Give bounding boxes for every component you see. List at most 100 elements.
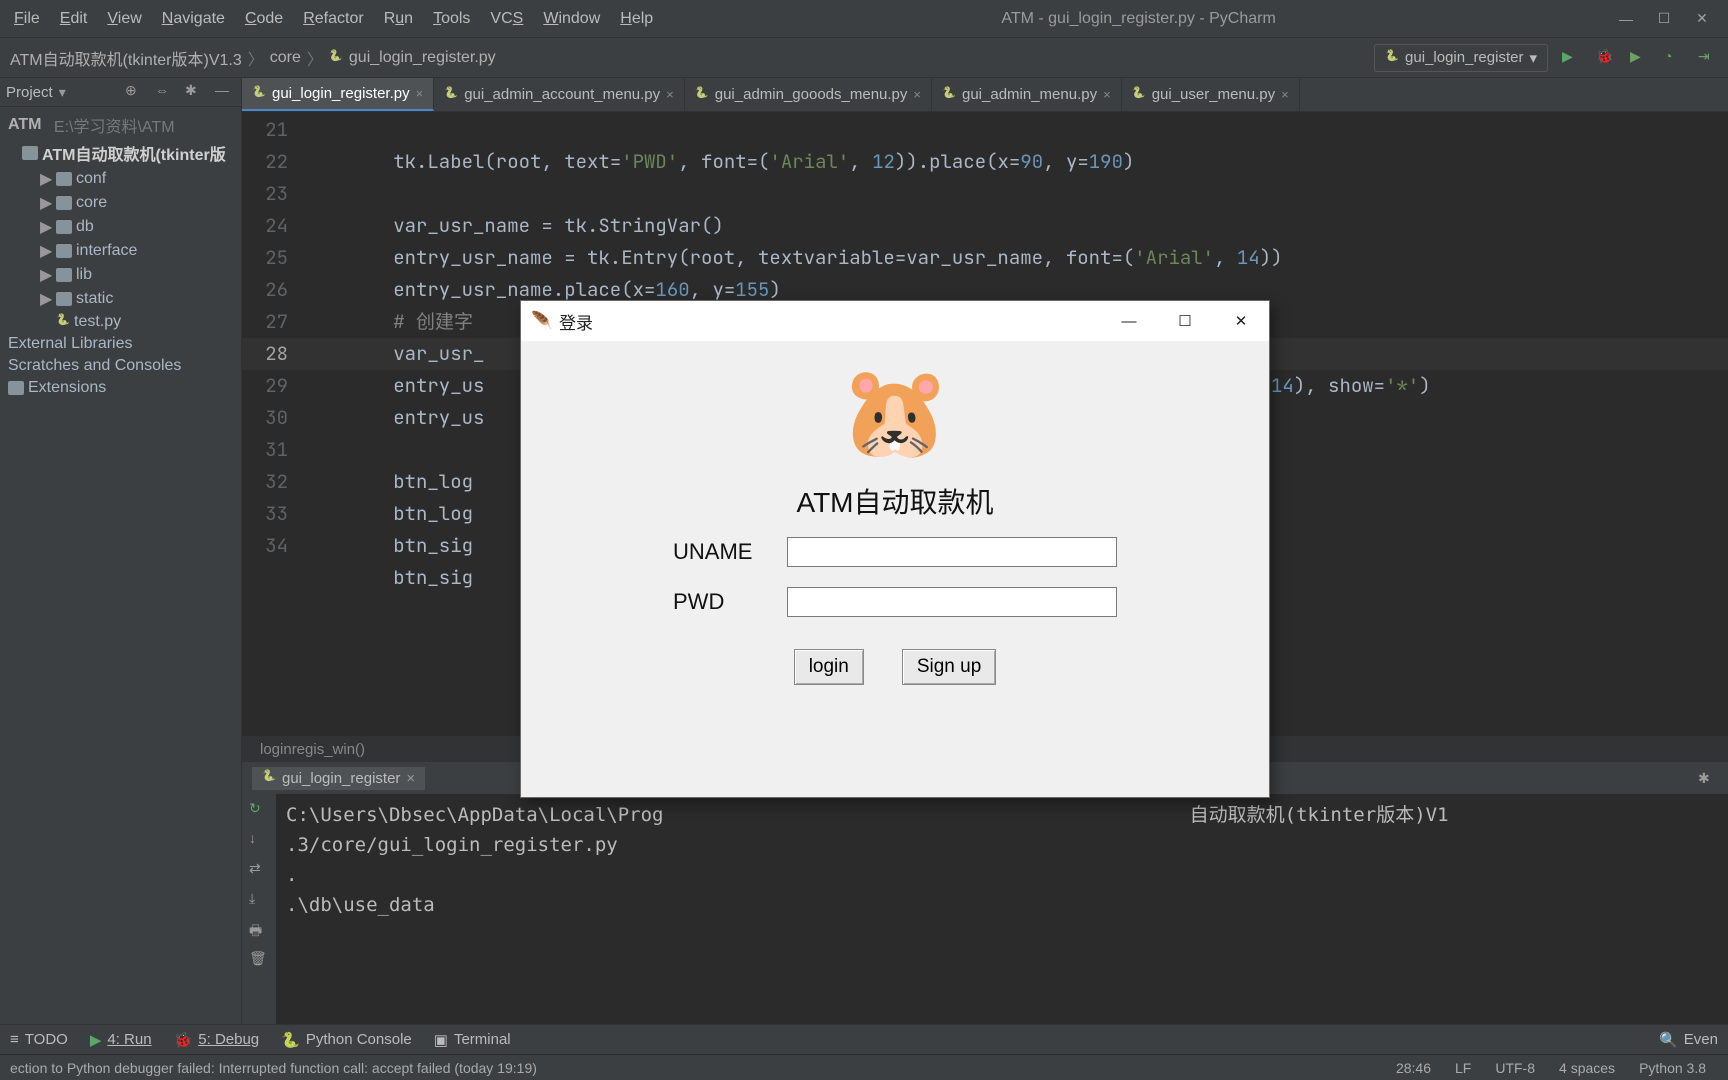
bottom-eventlog[interactable]: 🔍 Even (1659, 1031, 1718, 1049)
menu-file[interactable]: File (6, 7, 48, 31)
status-bar: ection to Python debugger failed: Interr… (0, 1054, 1728, 1080)
python-file-icon (329, 51, 343, 65)
signup-button[interactable]: Sign up (902, 649, 996, 685)
chevron-right-icon: 〉 (307, 46, 323, 70)
tk-maximize-icon[interactable]: ☐ (1157, 301, 1213, 341)
collapse-icon[interactable]: ⇔ (155, 82, 175, 102)
close-icon[interactable]: ✕ (1692, 9, 1712, 29)
close-icon[interactable]: × (1281, 87, 1289, 102)
close-icon[interactable]: × (416, 86, 424, 101)
run-tab[interactable]: gui_login_register × (252, 767, 425, 790)
tab-gui-login-register[interactable]: gui_login_register.py× (242, 78, 434, 111)
tab-gui-user-menu[interactable]: gui_user_menu.py× (1122, 78, 1300, 111)
python-file-icon (252, 87, 266, 101)
menu-refactor[interactable]: Refactor (295, 7, 371, 31)
folder-icon (56, 172, 72, 186)
status-interpreter[interactable]: Python 3.8 (1627, 1060, 1718, 1076)
status-line-sep[interactable]: LF (1443, 1060, 1483, 1076)
tk-titlebar[interactable]: 🪶 登录 — ☐ ✕ (521, 301, 1269, 341)
folder-icon (56, 220, 72, 234)
menu-run[interactable]: Run (376, 7, 421, 31)
status-indent[interactable]: 4 spaces (1547, 1060, 1627, 1076)
scroll-icon[interactable]: ⤓ (249, 890, 269, 910)
close-icon[interactable]: × (1103, 87, 1111, 102)
breadcrumb: ATM自动取款机(tkinter版本)V1.3 〉 core 〉 gui_log… (10, 46, 496, 70)
python-file-icon (1132, 88, 1146, 102)
print-icon[interactable]: 🖶 (249, 920, 269, 940)
menu-window[interactable]: Window (535, 7, 608, 31)
menu-view[interactable]: View (99, 7, 149, 31)
tree-folder-conf[interactable]: ▶conf (0, 167, 241, 191)
tk-login-window: 🪶 登录 — ☐ ✕ 🐹 ATM自动取款机 UNAME PWD login Si… (520, 300, 1270, 798)
run-output[interactable]: C:\Users\Dbsec\AppData\Local\Prog 自动取款机(… (276, 794, 1728, 1024)
tk-feather-icon: 🪶 (531, 311, 551, 331)
maximize-icon[interactable]: ☐ (1654, 9, 1674, 29)
wrap-icon[interactable]: ⇄ (249, 860, 269, 880)
hide-icon[interactable]: — (215, 82, 235, 102)
tk-close-icon[interactable]: ✕ (1213, 301, 1269, 341)
run-icon[interactable]: ▶ (1562, 48, 1582, 68)
run-coverage-icon[interactable]: ▶ (1630, 48, 1650, 68)
tree-folder-core[interactable]: ▶core (0, 191, 241, 215)
pwd-label: PWD (673, 589, 773, 615)
tk-form: UNAME PWD (673, 537, 1117, 637)
python-file-icon (444, 88, 458, 102)
tab-gui-admin-account[interactable]: gui_admin_account_menu.py× (434, 78, 685, 111)
menu-vcs[interactable]: VCS (482, 7, 531, 31)
chevron-right-icon: 〉 (248, 46, 264, 70)
bottom-run[interactable]: ▶ 4: Run (90, 1031, 152, 1049)
menu-tools[interactable]: Tools (425, 7, 478, 31)
status-encoding[interactable]: UTF-8 (1483, 1060, 1547, 1076)
debug-icon[interactable]: 🐞 (1596, 48, 1616, 68)
gear-icon[interactable]: ✱ (1698, 770, 1718, 787)
uname-label: UNAME (673, 539, 773, 565)
stop-icon[interactable]: ↓ (249, 830, 269, 850)
status-cursor-pos[interactable]: 28:46 (1384, 1060, 1443, 1076)
tree-folder-db[interactable]: ▶db (0, 215, 241, 239)
close-icon[interactable]: × (913, 87, 921, 102)
tree-file-test[interactable]: test.py (0, 311, 241, 333)
settings-icon[interactable]: ✱ (185, 82, 205, 102)
uname-field[interactable] (787, 537, 1117, 567)
menu-navigate[interactable]: Navigate (154, 7, 233, 31)
folder-icon (56, 292, 72, 306)
tab-gui-admin-goods[interactable]: gui_admin_gooods_menu.py× (685, 78, 932, 111)
tk-minimize-icon[interactable]: — (1101, 301, 1157, 341)
menu-help[interactable]: Help (612, 7, 661, 31)
bottom-debug[interactable]: 🐞 5: Debug (174, 1031, 260, 1049)
trash-icon[interactable]: 🗑 (249, 950, 269, 970)
chevron-down-icon[interactable]: ▾ (59, 84, 66, 101)
bottom-todo[interactable]: ≡ TODO (10, 1031, 68, 1048)
tree-project-root[interactable]: ATM E:\学习资料\ATM (0, 111, 241, 139)
tree-subproject[interactable]: ATM自动取款机(tkinter版 (0, 139, 241, 167)
close-icon[interactable]: × (406, 770, 415, 787)
tree-folder-lib[interactable]: ▶lib (0, 263, 241, 287)
menu-code[interactable]: Code (237, 7, 291, 31)
tree-folder-interface[interactable]: ▶interface (0, 239, 241, 263)
pwd-field[interactable] (787, 587, 1117, 617)
bottom-console[interactable]: 🐍 Python Console (281, 1031, 412, 1049)
tab-gui-admin-menu[interactable]: gui_admin_menu.py× (932, 78, 1122, 111)
folder-icon (8, 381, 24, 395)
rerun-icon[interactable]: ↻ (249, 800, 269, 820)
tree-extensions[interactable]: Extensions (0, 377, 241, 399)
attach-icon[interactable]: ⇥ (1698, 48, 1718, 68)
breadcrumb-folder[interactable]: core (270, 49, 301, 67)
breadcrumb-file[interactable]: gui_login_register.py (349, 49, 496, 67)
breadcrumb-root[interactable]: ATM自动取款机(tkinter版本)V1.3 (10, 46, 242, 70)
menu-edit[interactable]: Edit (52, 7, 96, 31)
close-icon[interactable]: × (666, 87, 674, 102)
tree-scratches[interactable]: Scratches and Consoles (0, 355, 241, 377)
tk-hamster-image: 🐹 (830, 347, 960, 477)
minimize-icon[interactable]: — (1616, 9, 1636, 29)
bottom-terminal[interactable]: ▣ Terminal (434, 1031, 511, 1049)
nav-bar: ATM自动取款机(tkinter版本)V1.3 〉 core 〉 gui_log… (0, 38, 1728, 78)
target-icon[interactable]: ⊕ (125, 82, 145, 102)
project-label[interactable]: Project (6, 84, 53, 101)
tree-folder-static[interactable]: ▶static (0, 287, 241, 311)
status-message: ection to Python debugger failed: Interr… (10, 1060, 1384, 1076)
tree-external-libs[interactable]: External Libraries (0, 333, 241, 355)
run-config-select[interactable]: gui_login_register ▾ (1374, 44, 1548, 72)
login-button[interactable]: login (794, 649, 864, 685)
profile-icon[interactable]: ◔ (1664, 48, 1684, 68)
